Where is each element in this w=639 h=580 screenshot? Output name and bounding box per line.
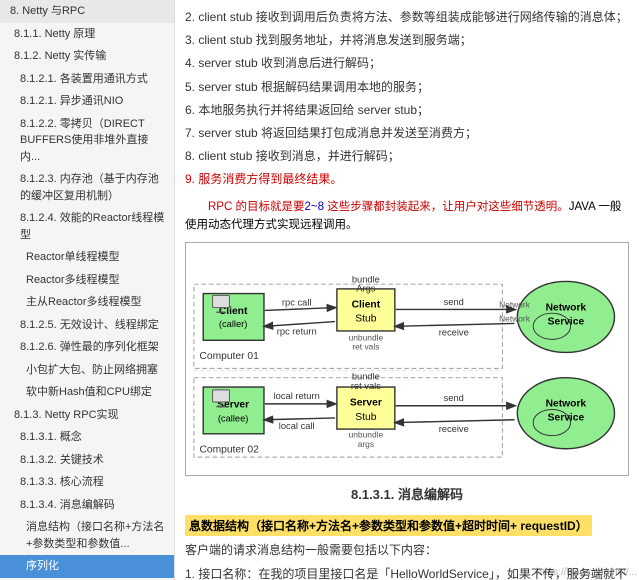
section-title: 8.1.3.1. 消息编解码: [185, 484, 629, 503]
sidebar-item-18[interactable]: 8.1.3.3. 核心流程: [0, 471, 174, 494]
rpc-diagram: Computer 01 Computer 02 Client (caller) …: [185, 242, 629, 476]
svg-text:rpc return: rpc return: [277, 327, 317, 337]
step-item-7: 9. 服务消费方得到最终结果。: [185, 170, 629, 189]
sidebar-item-16[interactable]: 8.1.3.1. 概念: [0, 426, 174, 449]
sidebar-item-3[interactable]: 8.1.2.1. 各装置用通讯方式: [0, 68, 174, 91]
svg-text:send: send: [444, 393, 464, 403]
sidebar-item-11[interactable]: 8.1.2.5. 无效设计、线程绑定: [0, 314, 174, 337]
step-item-1: 3. client stub 找到服务地址，并将消息发送到服务端；: [185, 31, 629, 50]
sidebar-item-7[interactable]: 8.1.2.4. 效能的Reactor线程模型: [0, 207, 174, 246]
svg-text:Stub: Stub: [355, 314, 376, 325]
step-item-0: 2. client stub 接收到调用后负责将方法、参数等组装成能够进行网络传…: [185, 8, 629, 27]
svg-text:receive: receive: [439, 328, 469, 338]
svg-text:send: send: [444, 297, 464, 307]
svg-text:(caller): (caller): [219, 319, 248, 329]
svg-text:Network: Network: [546, 399, 587, 410]
svg-text:ret vals: ret vals: [352, 342, 379, 352]
desc-text: 客户端的请求消息结构一般需要包括以下内容：: [185, 540, 629, 560]
step-item-4: 6. 本地服务执行并将结果返回给 server stub；: [185, 101, 629, 120]
sidebar-item-1[interactable]: 8.1.1. Netty 原理: [0, 23, 174, 46]
sidebar-item-4[interactable]: 8.1.2.1. 异步通讯NIO: [0, 90, 174, 113]
sidebar-item-13[interactable]: 小包扩大包、防止网络拥塞: [0, 359, 174, 382]
sidebar-item-0[interactable]: 8. Netty 与RPC: [0, 0, 174, 23]
steps-list: 2. client stub 接收到调用后负责将方法、参数等组装成能够进行网络传…: [185, 8, 629, 190]
svg-text:Computer 01: Computer 01: [199, 351, 259, 362]
svg-text:Network: Network: [546, 303, 587, 314]
svg-text:Args: Args: [356, 284, 376, 294]
step-item-5: 7. server stub 将返回结果打包成消息并发送至消费方；: [185, 124, 629, 143]
sidebar: 8. Netty 与RPC8.1.1. Netty 原理8.1.2. Netty…: [0, 0, 175, 580]
sidebar-item-12[interactable]: 8.1.2.6. 弹性最的序列化框架: [0, 336, 174, 359]
svg-text:Stub: Stub: [355, 412, 376, 423]
sidebar-item-17[interactable]: 8.1.3.2. 关键技术: [0, 449, 174, 472]
svg-text:Computer 02: Computer 02: [199, 445, 259, 456]
svg-text:Service: Service: [548, 317, 585, 328]
svg-text:rpc call: rpc call: [282, 298, 312, 308]
sidebar-item-21[interactable]: 序列化: [0, 555, 174, 578]
svg-text:local return: local return: [274, 391, 320, 401]
sidebar-item-15[interactable]: 8.1.3. Netty RPC实现: [0, 404, 174, 427]
sidebar-item-19[interactable]: 8.1.3.4. 消息编解码: [0, 494, 174, 517]
svg-text:local call: local call: [279, 421, 315, 431]
svg-text:Server: Server: [350, 398, 382, 409]
svg-text:Network: Network: [499, 300, 531, 310]
main-content: 2. client stub 接收到调用后负责将方法、参数等组装成能够进行网络传…: [175, 0, 639, 580]
svg-text:Service: Service: [548, 413, 585, 424]
sidebar-item-5[interactable]: 8.1.2.2. 零拷贝（DIRECT BUFFERS使用非堆外直接内...: [0, 113, 174, 169]
diagram-svg: Computer 01 Computer 02 Client (caller) …: [192, 249, 622, 469]
step-item-3: 5. server stub 根据解码结果调用本地的服务；: [185, 78, 629, 97]
sidebar-item-14[interactable]: 软中新Hash值和CPU绑定: [0, 381, 174, 404]
sidebar-item-6[interactable]: 8.1.2.3. 内存池（基于内存池的缓冲区复用机制）: [0, 168, 174, 207]
svg-text:Client: Client: [352, 300, 381, 311]
sidebar-item-8[interactable]: Reactor单线程模型: [0, 246, 174, 269]
svg-text:ret vals: ret vals: [351, 381, 381, 391]
svg-text:args: args: [358, 439, 374, 449]
watermark: https://blog.csdn.net/...: [536, 567, 637, 578]
step-item-2: 4. server stub 收到消息后进行解码；: [185, 54, 629, 73]
step-item-6: 8. client stub 接收到消息，并进行解码；: [185, 147, 629, 166]
msg-structure-title: 息数据结构（接口名称+方法名+参数类型和参数值+超时时间+ requestID）: [185, 515, 592, 536]
svg-text:(callee): (callee): [218, 414, 249, 424]
rpc-note: RPC 的目标就是要2~8 这些步骤都封装起来，让用户对这些细节透明。JAVA …: [185, 198, 629, 235]
sidebar-item-9[interactable]: Reactor多线程模型: [0, 269, 174, 292]
svg-text:Network: Network: [499, 314, 531, 324]
sidebar-item-10[interactable]: 主从Reactor多线程模型: [0, 291, 174, 314]
svg-text:receive: receive: [439, 424, 469, 434]
sidebar-item-2[interactable]: 8.1.2. Netty 实传输: [0, 45, 174, 68]
sidebar-item-20[interactable]: 消息结构（接口名称+方法名+参数类型和参数值...: [0, 516, 174, 555]
